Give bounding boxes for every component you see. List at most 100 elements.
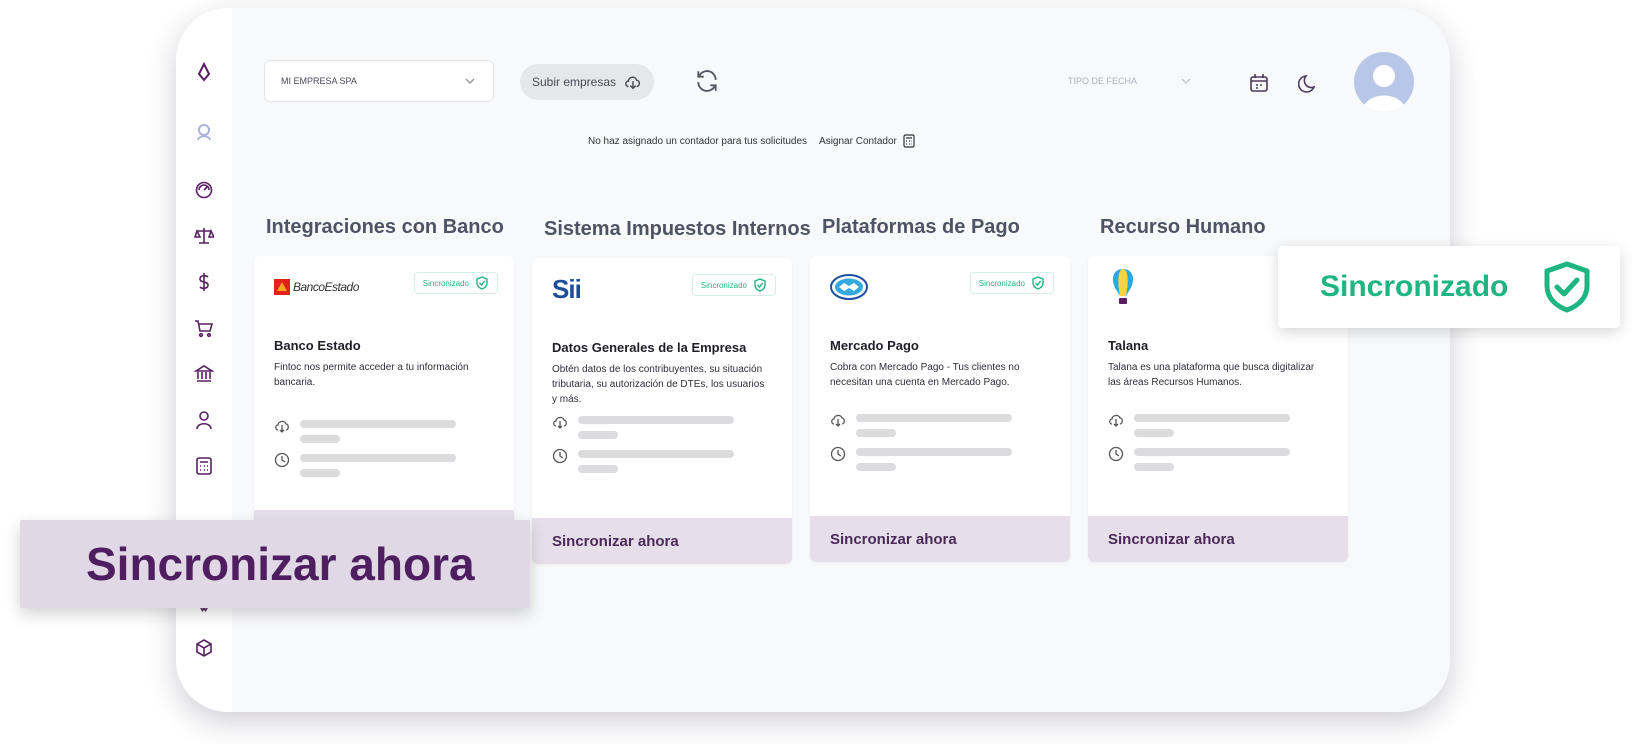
bancoestado-logo-icon bbox=[274, 279, 290, 295]
cloud-download-icon bbox=[553, 416, 567, 429]
placeholder-bar bbox=[856, 463, 896, 471]
last-download-row bbox=[830, 412, 1030, 442]
section-title-bank: Integraciones con Banco bbox=[266, 216, 504, 238]
assign-accountant-label: Asignar Contador bbox=[819, 135, 897, 147]
section-title-payments: Plataformas de Pago bbox=[822, 216, 1020, 238]
integration-name: Mercado Pago bbox=[830, 338, 919, 353]
section-title-hr: Recurso Humano bbox=[1100, 216, 1266, 238]
clock-icon bbox=[830, 446, 846, 462]
sii-logo: Sii bbox=[552, 273, 582, 304]
clock-icon bbox=[274, 452, 290, 468]
mercadopago-logo bbox=[830, 272, 868, 302]
person-icon[interactable] bbox=[190, 406, 218, 434]
integration-card-sii: Sii Sincronizado Datos Generales de la E… bbox=[532, 258, 792, 564]
refresh-icon[interactable] bbox=[694, 68, 720, 94]
synced-badge: Sincronizado bbox=[413, 272, 498, 294]
integration-name: Talana bbox=[1108, 338, 1149, 353]
placeholder-bar bbox=[300, 420, 456, 428]
cloud-download-icon bbox=[831, 414, 845, 427]
placeholder-bar bbox=[1134, 463, 1174, 471]
integration-name: Datos Generales de la Empresa bbox=[552, 340, 747, 355]
last-download-row bbox=[274, 418, 474, 448]
notice-text: No haz asignado un contador para tus sol… bbox=[588, 135, 808, 147]
sii-logo-text: Sii bbox=[552, 273, 582, 304]
placeholder-bar bbox=[1134, 429, 1174, 437]
sync-now-callout: Sincronizar ahora bbox=[20, 520, 530, 608]
placeholder-bar bbox=[578, 416, 734, 424]
placeholder-bar bbox=[578, 450, 734, 458]
dashboard-icon[interactable] bbox=[190, 176, 218, 204]
integration-description: Obtén datos de los contribuyentes, su si… bbox=[552, 364, 765, 405]
date-type-select[interactable]: TIPO DE FECHA bbox=[1068, 74, 1193, 88]
bank-icon[interactable] bbox=[190, 360, 218, 388]
shield-check-icon bbox=[1032, 276, 1044, 290]
placeholder-bar bbox=[856, 414, 1012, 422]
dollar-icon[interactable] bbox=[190, 268, 218, 296]
cart-icon[interactable] bbox=[190, 314, 218, 342]
upload-companies-button[interactable]: Subir empresas bbox=[520, 64, 654, 100]
section-title-sii: Sistema Impuestos Internos bbox=[544, 218, 811, 240]
company-select[interactable]: MI EMPRESA SPA bbox=[264, 60, 494, 102]
mercadopago-logo-icon bbox=[830, 274, 868, 300]
integration-card-mercadopago: Sincronizado Mercado Pago Cobra con Merc… bbox=[810, 256, 1070, 562]
synced-badge-label: Sincronizado bbox=[978, 278, 1025, 288]
chevron-down-icon bbox=[1181, 78, 1191, 85]
placeholder-bar bbox=[1134, 414, 1290, 422]
cube-icon[interactable] bbox=[190, 634, 218, 662]
bancoestado-logo: BancoEstado bbox=[274, 272, 359, 302]
logo-icon[interactable] bbox=[190, 58, 218, 86]
cloud-download-icon bbox=[625, 76, 641, 90]
bancoestado-logo-text: BancoEstado bbox=[293, 280, 359, 294]
assign-accountant-link[interactable]: Asignar Contador bbox=[819, 134, 915, 148]
calendar-icon[interactable] bbox=[1248, 72, 1270, 94]
user-avatar-icon[interactable] bbox=[190, 118, 218, 146]
calculator-icon bbox=[903, 134, 915, 148]
shield-check-icon bbox=[476, 276, 488, 290]
last-sync-row bbox=[552, 448, 752, 478]
cloud-download-icon bbox=[1109, 414, 1123, 427]
last-sync-row bbox=[1108, 446, 1308, 476]
synced-badge-label: Sincronizado bbox=[700, 280, 747, 290]
upload-companies-label: Subir empresas bbox=[531, 75, 617, 89]
shield-check-icon bbox=[1544, 261, 1590, 313]
last-download-row bbox=[1108, 412, 1308, 442]
placeholder-bar bbox=[856, 448, 1012, 456]
integration-card-bancoestado: BancoEstado Sincronizado Banco Estado Fi… bbox=[254, 256, 514, 556]
hot-air-balloon-icon bbox=[1112, 269, 1134, 304]
integration-description: Fintoc nos permite acceder a tu informac… bbox=[274, 362, 469, 388]
placeholder-bar bbox=[300, 435, 340, 443]
moon-icon[interactable] bbox=[1298, 72, 1320, 94]
date-type-label: TIPO DE FECHA bbox=[1068, 76, 1138, 86]
placeholder-bar bbox=[578, 465, 618, 473]
integration-description: Cobra con Mercado Pago - Tus clientes no… bbox=[830, 362, 1020, 388]
sync-now-button[interactable]: Sincronizar ahora bbox=[532, 518, 792, 564]
last-download-row bbox=[552, 414, 752, 444]
company-select-value: MI EMPRESA SPA bbox=[281, 76, 357, 86]
accountant-notice: No haz asignado un contador para tus sol… bbox=[588, 134, 915, 148]
last-sync-row bbox=[830, 446, 1030, 476]
synced-callout-label: Sincronizado bbox=[1320, 270, 1509, 303]
synced-callout: Sincronizado bbox=[1278, 246, 1620, 328]
profile-avatar[interactable] bbox=[1354, 52, 1414, 112]
last-sync-row bbox=[274, 452, 474, 482]
synced-badge: Sincronizado bbox=[969, 272, 1054, 294]
chevron-down-icon bbox=[465, 78, 475, 85]
clock-icon bbox=[552, 448, 568, 464]
clock-icon bbox=[1108, 446, 1124, 462]
calculator-icon[interactable] bbox=[190, 452, 218, 480]
sync-now-button[interactable]: Sincronizar ahora bbox=[810, 516, 1070, 562]
cloud-download-icon bbox=[275, 420, 289, 433]
synced-badge: Sincronizado bbox=[691, 274, 776, 296]
sync-now-button[interactable]: Sincronizar ahora bbox=[1088, 516, 1348, 562]
placeholder-bar bbox=[1134, 448, 1290, 456]
balance-scale-icon[interactable] bbox=[190, 222, 218, 250]
integration-name: Banco Estado bbox=[274, 338, 361, 353]
placeholder-bar bbox=[300, 469, 340, 477]
integration-description: Talana es una plataforma que busca digit… bbox=[1108, 362, 1315, 388]
shield-check-icon bbox=[754, 278, 766, 292]
placeholder-bar bbox=[300, 454, 456, 462]
placeholder-bar bbox=[578, 431, 618, 439]
synced-badge-label: Sincronizado bbox=[422, 278, 469, 288]
talana-logo bbox=[1108, 269, 1138, 304]
placeholder-bar bbox=[856, 429, 896, 437]
